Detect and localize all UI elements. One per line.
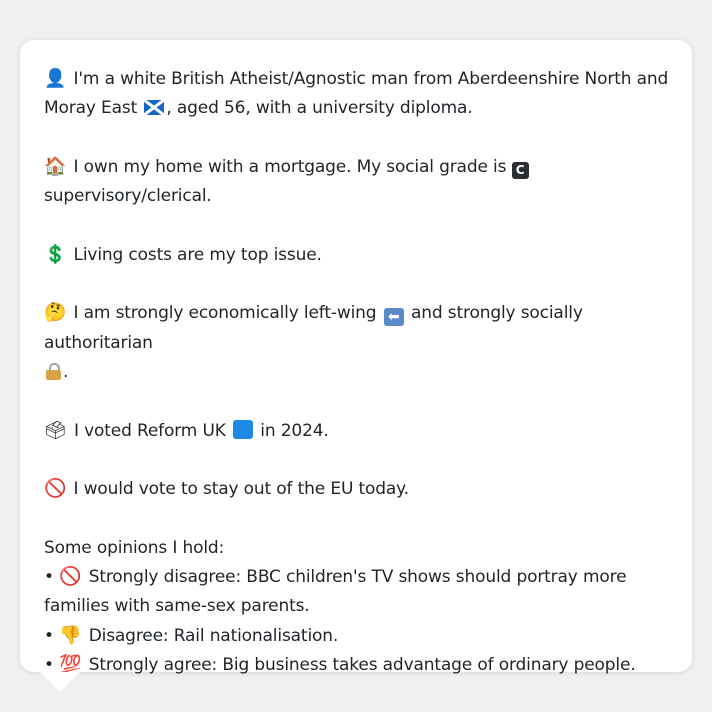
- issue-paragraph: 💲 Living costs are my top issue.: [44, 241, 670, 270]
- eu-paragraph: 🚫 I would vote to stay out of the EU tod…: [44, 475, 670, 504]
- bubble-tail: [40, 672, 80, 692]
- prohibited-icon: 🚫: [44, 478, 67, 500]
- house-icon: 🏠: [44, 155, 67, 177]
- thinking-face-icon: 🤔: [44, 302, 67, 324]
- ballot-box-icon: 🗳: [44, 419, 67, 441]
- opinions-heading: Some opinions I hold:: [44, 537, 225, 558]
- opinions-section: Some opinions I hold: • 🚫 Strongly disag…: [44, 534, 670, 680]
- opinion-item: • 👎 Disagree: Rail nationalisation.: [44, 622, 670, 651]
- identity-line-2a: Moray East: [44, 98, 138, 119]
- politics-line-1a: I am strongly economically left-wing: [73, 303, 377, 324]
- opinion-item: • 🚫 Strongly disagree: BBC children's TV…: [44, 563, 670, 592]
- dollar-sign-icon: 💲: [44, 243, 67, 265]
- blue-square-icon: [233, 419, 254, 439]
- scotland-flag-icon: [144, 100, 165, 116]
- opinion-2-line-1: Disagree: Rail nationalisation.: [88, 625, 339, 646]
- home-line-2: supervisory/clerical.: [44, 186, 212, 207]
- eu-text: I would vote to stay out of the EU today…: [73, 479, 410, 500]
- vote-paragraph: 🗳 I voted Reform UK in 2024.: [44, 417, 670, 446]
- identity-line-2b: , aged 56, with a university diploma.: [166, 98, 473, 119]
- politics-line-2: .: [63, 361, 69, 382]
- opinion-1-line-1: Strongly disagree: BBC children's TV sho…: [88, 567, 627, 588]
- politics-paragraph: 🤔 I am strongly economically left-wing ⬅…: [44, 299, 670, 387]
- opinion-3-line-1: Strongly agree: Big business takes advan…: [88, 654, 636, 675]
- bullet: •: [44, 625, 54, 646]
- thumbs-down-icon: 👎: [59, 624, 82, 646]
- issue-text: Living costs are my top issue.: [73, 244, 322, 265]
- home-paragraph: 🏠 I own my home with a mortgage. My soci…: [44, 153, 670, 212]
- home-line-1: I own my home with a mortgage. My social…: [73, 156, 507, 177]
- social-grade-badge: C: [511, 161, 529, 179]
- prohibited-icon: 🚫: [59, 566, 82, 588]
- bust-in-silhouette-icon: 👤: [44, 68, 67, 89]
- left-arrow-icon: ⬅: [383, 308, 404, 327]
- opinion-item: • 💯 Strongly agree: Big business takes a…: [44, 651, 670, 680]
- identity-paragraph: 👤 I'm a white British Atheist/Agnostic m…: [44, 65, 670, 124]
- message-bubble: 👤 I'm a white British Atheist/Agnostic m…: [20, 40, 692, 675]
- vote-text-b: in 2024.: [260, 420, 329, 441]
- vote-text-a: I voted Reform UK: [73, 420, 226, 441]
- bullet: •: [44, 567, 54, 588]
- lock-icon: [46, 362, 61, 380]
- opinion-1-line-2: families with same-sex parents.: [44, 596, 310, 617]
- identity-line-1: I'm a white British Atheist/Agnostic man…: [73, 69, 669, 89]
